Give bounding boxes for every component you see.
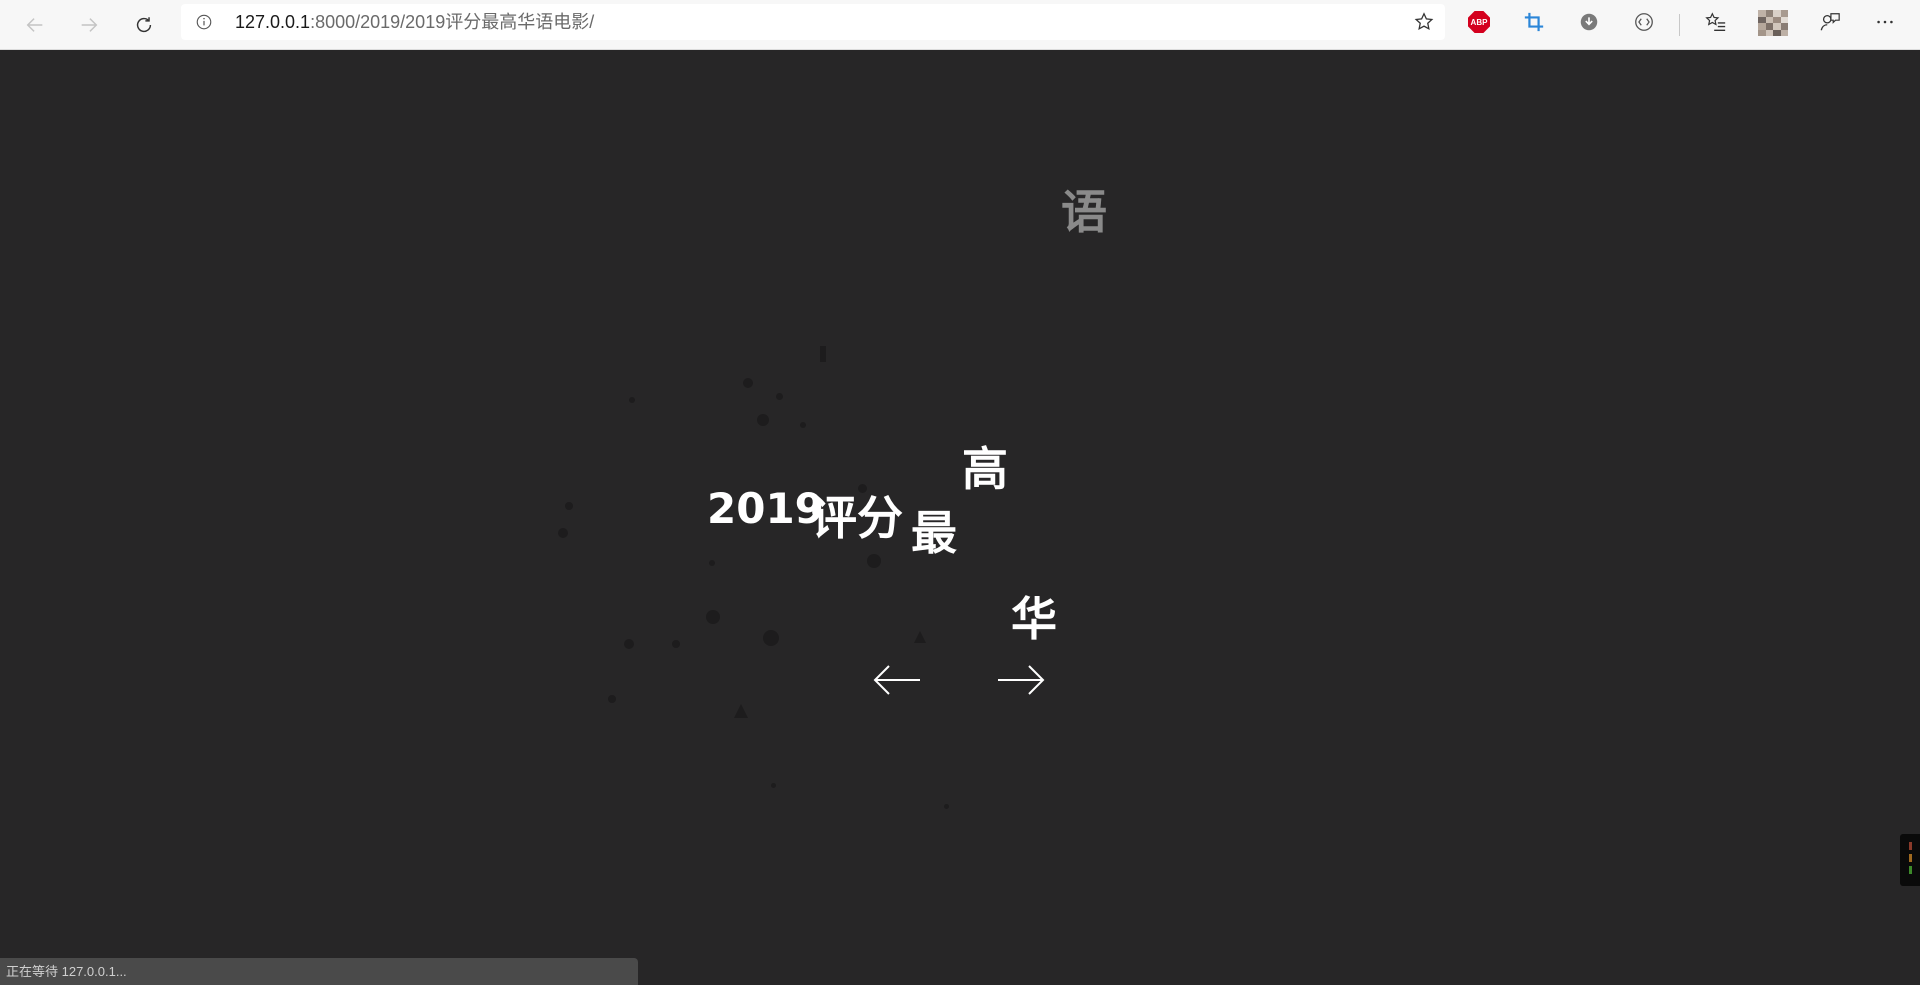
favorites-button[interactable] <box>1705 11 1727 33</box>
status-bar: 正在等待 127.0.0.1... <box>0 958 638 985</box>
arrow-left-icon <box>873 665 920 695</box>
decor-particle <box>706 610 720 624</box>
address-bar[interactable]: 127.0.0.1:8000/2019/2019评分最高华语电影/ <box>181 4 1445 40</box>
arrow-back-icon <box>26 18 43 32</box>
sync-circle-icon <box>1635 13 1653 31</box>
decor-particle <box>558 528 568 538</box>
adblock-extension-button[interactable]: ABP <box>1468 11 1490 33</box>
adblock-icon: ABP <box>1468 11 1490 33</box>
decor-particle <box>672 640 680 648</box>
back-button[interactable] <box>20 10 50 40</box>
feedback-person-icon <box>1820 13 1840 31</box>
decor-particle <box>608 695 616 703</box>
title-char-chinese: 华 <box>1011 592 1057 646</box>
title-char-language: 语 <box>1061 185 1107 239</box>
forward-button[interactable] <box>74 10 104 40</box>
url-host: 127.0.0.1 <box>235 12 311 32</box>
next-slide-button[interactable] <box>995 660 1047 700</box>
title-char-most: 最 <box>911 506 957 560</box>
more-dots-icon <box>1877 20 1893 24</box>
arrow-forward-icon <box>81 18 98 32</box>
arrow-right-icon <box>998 665 1045 695</box>
title-year: 2019 <box>707 484 824 533</box>
crop-icon <box>1524 12 1544 32</box>
profile-avatar[interactable] <box>1758 10 1788 36</box>
crop-extension-button[interactable] <box>1523 11 1545 33</box>
decor-particle <box>820 346 826 362</box>
decor-particle <box>565 502 573 510</box>
decor-particle <box>776 393 783 400</box>
download-icon <box>1580 13 1598 31</box>
refresh-icon <box>136 17 152 33</box>
decor-particle <box>709 560 715 566</box>
more-menu-button[interactable] <box>1874 11 1896 33</box>
side-meter-widget[interactable] <box>1900 834 1920 886</box>
browser-toolbar: 127.0.0.1:8000/2019/2019评分最高华语电影/ ABP <box>0 0 1920 50</box>
page-content: 2019 评分 最 高 华 语 <box>0 50 1920 985</box>
url-path: :8000/2019/2019评分最高华语电影/ <box>310 12 595 32</box>
favorites-list-icon <box>1705 12 1726 31</box>
info-icon[interactable] <box>195 13 213 31</box>
decor-particle <box>743 378 753 388</box>
favorite-star-icon[interactable] <box>1413 11 1435 33</box>
url-text[interactable]: 127.0.0.1:8000/2019/2019评分最高华语电影/ <box>235 13 594 31</box>
decor-particle <box>800 422 806 428</box>
decor-particle <box>914 631 926 643</box>
decor-particle <box>629 397 635 403</box>
sync-extension-button[interactable] <box>1633 11 1655 33</box>
download-extension-button[interactable] <box>1578 11 1600 33</box>
decor-particle <box>624 639 634 649</box>
decor-particle <box>867 554 881 568</box>
toolbar-divider <box>1679 14 1680 36</box>
prev-slide-button[interactable] <box>871 660 923 700</box>
feedback-button[interactable] <box>1819 11 1841 33</box>
refresh-button[interactable] <box>129 10 159 40</box>
title-char-high: 高 <box>962 442 1008 496</box>
decor-particle <box>757 414 769 426</box>
decor-particle <box>734 704 748 718</box>
title-char-rating: 评分 <box>811 491 903 545</box>
decor-particle <box>763 630 779 646</box>
decor-particle <box>771 783 776 788</box>
decor-particle <box>944 804 949 809</box>
